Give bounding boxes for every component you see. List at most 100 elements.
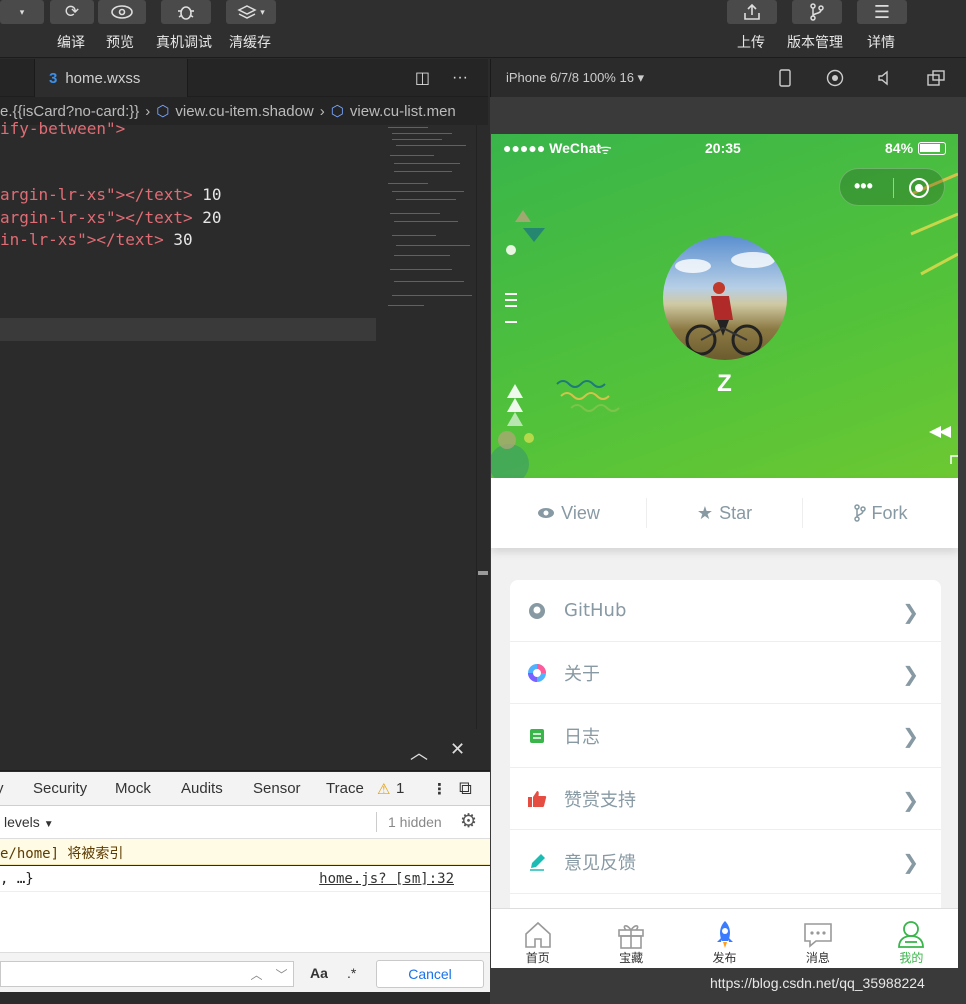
hidden-count: 1 hidden (388, 814, 442, 830)
chevron-down-icon[interactable]: ﹀ (275, 966, 287, 983)
username: Z (717, 370, 732, 397)
menu-label: 日志 (564, 726, 600, 748)
chevron-right-icon: ❯ (902, 852, 919, 874)
breadcrumb-item[interactable]: view.cu-list.men (350, 103, 456, 120)
match-case-toggle[interactable]: Aa (310, 965, 328, 981)
tab-trace[interactable]: Trace (326, 780, 364, 797)
collapse-icon[interactable]: ︿ (410, 739, 428, 765)
stat-view[interactable]: View (491, 478, 646, 548)
split-editor-icon[interactable]: ◫ (415, 68, 430, 88)
tab-label: 宝藏 (619, 951, 644, 965)
console-output (0, 892, 490, 952)
phone-icon[interactable] (779, 69, 791, 87)
remote-debug-button[interactable] (161, 0, 211, 24)
branch-icon (810, 3, 824, 21)
editor-scrollbar[interactable] (476, 125, 488, 729)
battery-icon (918, 142, 946, 155)
avatar-photo (675, 252, 775, 356)
chevron-right-icon: ❯ (902, 790, 919, 812)
menu-icon: ☰ (873, 1, 891, 22)
code-editor[interactable]: ify-between"> argin-lr-xs"></text> 10 ar… (0, 119, 376, 729)
volume-icon[interactable] (877, 70, 893, 86)
breadcrumb-item[interactable]: e.{{isCard?no-card:}} (0, 103, 139, 120)
simulator-header: iPhone 6/7/8 100% 16 ▾ (490, 59, 966, 97)
more-dots-icon[interactable]: ••• (854, 176, 873, 197)
logo-icon (510, 663, 564, 683)
detach-window-icon[interactable] (927, 70, 945, 86)
tab-treasure[interactable]: 宝藏 (584, 909, 677, 968)
tab-audits[interactable]: Audits (181, 780, 223, 797)
clear-cache-button[interactable]: ▾ (226, 0, 276, 24)
menu-item-feedback[interactable]: 意见反馈 ❯ (510, 830, 941, 894)
tab-home[interactable]: 首页 (491, 909, 584, 968)
menu-item-donate[interactable]: 赞赏支持 ❯ (510, 768, 941, 830)
stat-fork[interactable]: Fork (803, 478, 958, 548)
console-panel: ︿ ✕ y Security Mock Audits Sensor Trace … (0, 729, 490, 1004)
device-selector[interactable]: iPhone 6/7/8 100% 16 ▾ (506, 70, 644, 86)
gift-icon (618, 925, 644, 949)
cancel-button[interactable]: Cancel (376, 960, 484, 988)
caret-down-icon: ▾ (19, 6, 25, 17)
warning-count: 1 (396, 780, 405, 797)
fork-icon (853, 504, 866, 522)
warning-text: e/home] 将被索引 (0, 846, 124, 862)
bug-icon (178, 6, 194, 20)
menu-item-about[interactable]: 关于 ❯ (510, 642, 941, 704)
avatar[interactable] (663, 236, 787, 360)
mode-dropdown-button[interactable]: ▾ (0, 0, 44, 24)
carrier-label: ●●●●● WeChat (503, 140, 602, 156)
tab-label: 首页 (525, 951, 550, 965)
thumb-icon (510, 790, 564, 808)
eye-icon (538, 508, 555, 518)
breadcrumb-item[interactable]: view.cu-item.shadow (175, 103, 313, 120)
gear-icon[interactable]: ⚙ (460, 810, 477, 833)
code-line: argin-lr-xs"></text> 20 (0, 208, 222, 227)
top-toolbar: ▾ ⟳ ▾ 编译 预览 真机调试 清缓存 ☰ 上传 版本管理 详情 (0, 0, 966, 58)
version-button[interactable] (792, 0, 842, 24)
tab-messages[interactable]: 消息 (771, 909, 864, 968)
chevron-up-icon[interactable]: ︿ (250, 966, 262, 983)
find-nav: ︿ ﹀ (244, 961, 294, 987)
refresh-icon: ⟳ (64, 2, 80, 21)
chevron-right-icon: ❯ (902, 602, 919, 624)
preview-button[interactable] (98, 0, 146, 24)
console-log-row: , …} home.js? [sm]:32 (0, 866, 490, 892)
caret-down-icon: ▾ (260, 6, 265, 17)
tab-mine[interactable]: 我的 (865, 909, 958, 968)
dock-icon[interactable]: ⧉ (459, 778, 472, 799)
kebab-menu-icon[interactable]: ⋮ (432, 780, 447, 798)
upload-button[interactable] (727, 0, 777, 24)
tab-home-wxss[interactable]: 3 home.wxss (34, 59, 188, 97)
tab-partial[interactable]: y (0, 780, 4, 797)
tab-mock[interactable]: Mock (115, 780, 151, 797)
menu-label: 意见反馈 (564, 852, 636, 874)
version-label: 版本管理 (787, 35, 843, 51)
close-capsule-icon[interactable] (908, 177, 930, 199)
pen-icon (510, 853, 564, 871)
status-bar (0, 992, 490, 1004)
tab-security[interactable]: Security (33, 780, 87, 797)
tab-sensor[interactable]: Sensor (253, 780, 301, 797)
tab-publish[interactable]: 发布 (678, 909, 771, 968)
close-icon[interactable]: ✕ (450, 739, 465, 760)
code-line: in-lr-xs"></text> 30 (0, 230, 193, 249)
github-icon (510, 602, 564, 620)
tab-label: 我的 (899, 951, 924, 965)
stat-star[interactable]: ★ Star (647, 478, 802, 548)
preview-label: 预览 (106, 35, 134, 51)
current-line-highlight (0, 318, 376, 341)
menu-item-log[interactable]: 日志 ❯ (510, 704, 941, 768)
rocket-icon (716, 921, 733, 948)
regex-toggle[interactable]: .* (347, 965, 356, 981)
console-warning-row: e/home] 将被索引 (0, 839, 490, 865)
miniprogram-capsule: ••• (839, 168, 945, 206)
menu-label: GitHub (564, 600, 627, 621)
more-icon[interactable]: ··· (452, 69, 468, 87)
compile-button[interactable]: ⟳ (50, 0, 94, 24)
details-button[interactable]: ☰ (857, 0, 907, 24)
minimap[interactable] (382, 125, 474, 315)
log-source-link[interactable]: home.js? [sm]:32 (319, 871, 454, 887)
record-icon[interactable] (826, 69, 844, 87)
levels-dropdown[interactable]: levels ▼ (4, 814, 54, 830)
menu-item-github[interactable]: GitHub ❯ (510, 580, 941, 642)
